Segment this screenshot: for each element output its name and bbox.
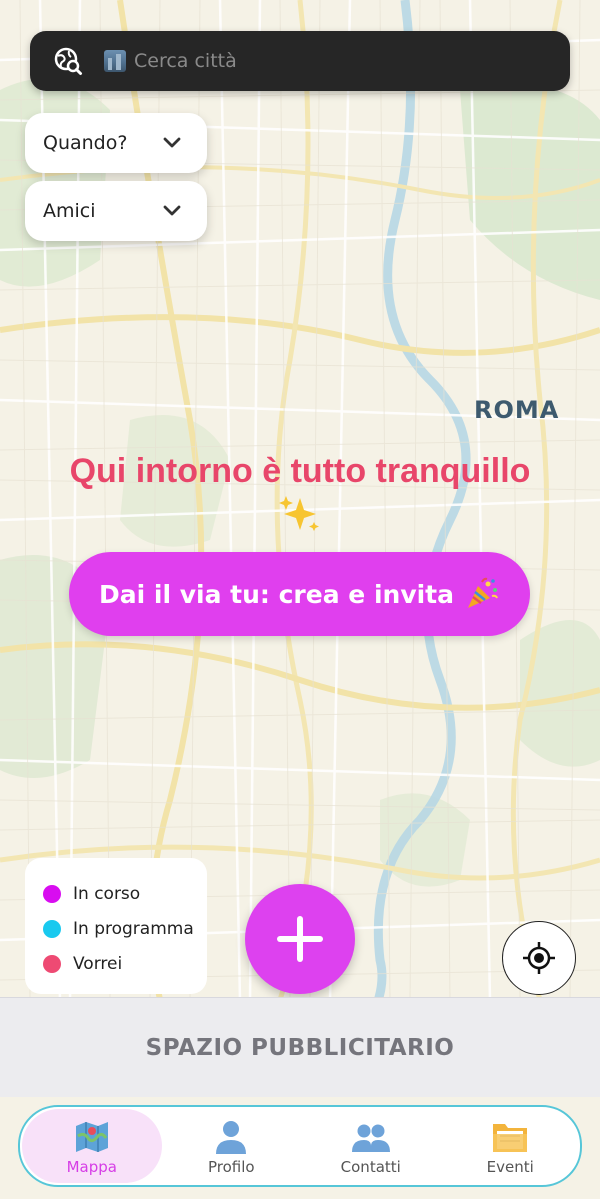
nav-item-events[interactable]: Eventi xyxy=(441,1107,581,1185)
map-legend: In corso In programma Vorrei xyxy=(25,858,207,994)
nav-label: Contatti xyxy=(340,1158,401,1176)
friends-filter-label: Amici xyxy=(43,200,96,222)
nav-label: Eventi xyxy=(486,1158,534,1176)
sparkles-icon xyxy=(279,496,319,531)
chevron-down-icon xyxy=(163,137,181,148)
legend-dot xyxy=(43,919,61,938)
legend-label: In corso xyxy=(73,883,141,904)
cityscape-icon xyxy=(104,50,126,72)
party-popper-icon xyxy=(468,577,498,608)
friends-filter-dropdown[interactable]: Amici xyxy=(25,181,207,241)
globe-search-icon[interactable] xyxy=(52,45,84,77)
people-icon xyxy=(351,1124,390,1152)
bottom-navigation: Mappa Profilo Contatti Eventi xyxy=(18,1105,582,1187)
legend-dot xyxy=(43,884,61,903)
person-icon xyxy=(216,1121,247,1154)
create-invite-label: Dai il via tu: crea e invita xyxy=(98,579,455,609)
search-input[interactable] xyxy=(134,50,554,72)
legend-item-planned: In programma xyxy=(43,911,207,946)
when-filter-dropdown[interactable]: Quando? xyxy=(25,113,207,173)
ad-banner[interactable]: SPAZIO PUBBLICITARIO xyxy=(0,997,600,1097)
nav-item-profile[interactable]: Profilo xyxy=(162,1107,302,1185)
nav-item-contacts[interactable]: Contatti xyxy=(301,1107,441,1185)
nav-label: Mappa xyxy=(66,1158,117,1176)
empty-state-title: Qui intorno è tutto tranquillo xyxy=(69,452,531,490)
chevron-down-icon xyxy=(163,205,181,216)
map-icon xyxy=(75,1122,108,1152)
legend-dot xyxy=(43,954,61,973)
legend-label: Vorrei xyxy=(73,953,123,974)
search-bar[interactable] xyxy=(30,31,570,91)
folder-icon xyxy=(493,1124,528,1152)
map-city-label: ROMA xyxy=(474,396,560,424)
crosshair-icon xyxy=(523,942,555,974)
when-filter-label: Quando? xyxy=(43,132,128,154)
add-event-button[interactable] xyxy=(245,884,355,994)
create-invite-button[interactable]: Dai il via tu: crea e invita xyxy=(69,552,530,636)
legend-item-wish: Vorrei xyxy=(43,946,207,981)
nav-item-map[interactable]: Mappa xyxy=(22,1109,162,1183)
my-location-button[interactable] xyxy=(502,921,576,995)
legend-label: In programma xyxy=(73,918,194,939)
nav-label: Profilo xyxy=(207,1158,255,1176)
ad-label: SPAZIO PUBBLICITARIO xyxy=(145,1034,455,1061)
legend-item-ongoing: In corso xyxy=(43,876,207,911)
